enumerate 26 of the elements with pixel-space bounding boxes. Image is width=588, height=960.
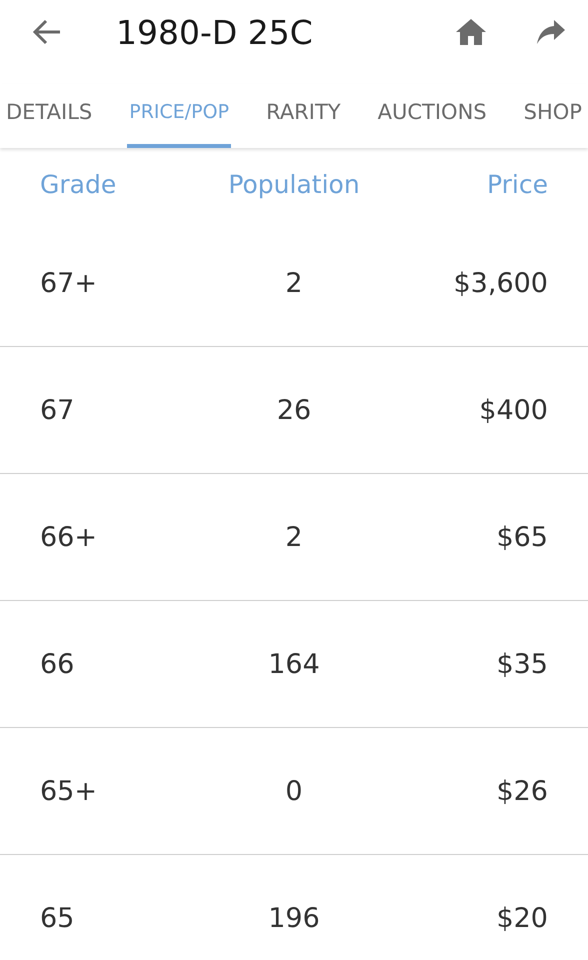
table-cell-text: 65+: [40, 776, 98, 806]
table-cell-text: 0: [284, 776, 304, 806]
page-title: 1980-D 25C: [116, 12, 314, 52]
table-cell-text: $400: [478, 394, 548, 426]
table-cell-text: 67: [40, 394, 76, 426]
table-cell-text: $35: [495, 648, 548, 680]
table-cell-text: 67+: [40, 268, 98, 298]
tab[interactable]: AUCTIONS: [376, 84, 489, 148]
tab[interactable]: DETAILS: [4, 84, 94, 148]
column-header: Grade: [40, 170, 118, 198]
column-header: Price: [486, 170, 548, 198]
table-cell-text: $3,600: [452, 268, 548, 298]
table-cell-text: $65: [495, 522, 548, 552]
table-cell-text: $20: [495, 902, 548, 934]
table-cell-text: 26: [276, 394, 312, 426]
table-cell-text: 2: [284, 268, 304, 298]
table-cell-text: 2: [284, 522, 304, 552]
table-cell-text: 164: [267, 648, 321, 680]
tab[interactable]: RARITY: [264, 84, 343, 148]
column-header: Population: [227, 170, 361, 198]
tab[interactable]: SHOP: [522, 84, 584, 148]
table-cell-text: 65: [40, 902, 76, 934]
table-cell-text: $26: [495, 776, 548, 806]
table-cell-text: 196: [267, 902, 321, 934]
table-cell-text: 66+: [40, 522, 98, 552]
table-cell-text: 66: [40, 648, 76, 680]
